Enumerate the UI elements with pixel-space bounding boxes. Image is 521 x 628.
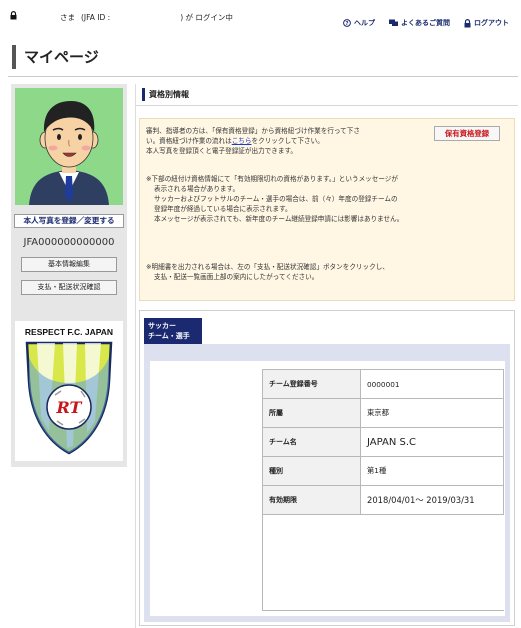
jfa-id: JFA000000000000 [23, 237, 115, 248]
tab-soccer-team-player[interactable]: サッカー チーム・選手 [144, 318, 202, 344]
validity-value: 2018/04/01～ 2019/03/31 [360, 485, 504, 515]
affiliation-value: 東京都 [360, 398, 504, 428]
register-photo-button[interactable]: 本人写真を登録／変更する [14, 214, 124, 228]
tab-content: チーム登録番号 0000001 所屬 東京都 チーム名 JAPAN S.C 種別… [144, 344, 510, 622]
row-label: 所屬 [262, 398, 361, 428]
svg-text:?: ? [345, 21, 348, 27]
qualification-register-button[interactable]: 保有資格登録 [434, 126, 500, 141]
card-border-bottom [262, 610, 504, 611]
team-name-value: JAPAN S.C [360, 427, 504, 457]
team-number-value: 0000001 [360, 369, 504, 399]
tab-label-1: サッカー [148, 322, 176, 330]
category-value: 第1種 [360, 456, 504, 486]
chat-icon [389, 19, 398, 26]
notice-line-8: 本メッセージが表示されても、新年度のチーム継続登録申請には影響はありません。 [154, 215, 404, 223]
page-title: マイページ [12, 45, 99, 69]
help-label: ヘルプ [354, 19, 375, 27]
table-row: 有効期限 2018/04/01～ 2019/03/31 [262, 485, 504, 515]
faq-label: よくあるご質問 [401, 19, 450, 27]
notice-line-2b: をクリックして下さい。 [251, 137, 324, 145]
notice-line-2a: い。資格紐づけ作業の流れは [146, 137, 232, 145]
section-marker [142, 88, 145, 101]
notice-line-1: 審判、指導者の方は、「保有資格登録」から資格紐づけ作業を行って下さ [146, 127, 360, 135]
card-border-left [262, 515, 263, 610]
avatar-illustration [29, 101, 109, 205]
row-label: 有効期限 [262, 485, 361, 515]
flow-link[interactable]: こちら [232, 137, 252, 145]
table-row: 所屬 東京都 [262, 398, 504, 428]
team-info-table: チーム登録番号 0000001 所屬 東京都 チーム名 JAPAN S.C 種別… [262, 369, 504, 515]
notice-line-6: サッカーおよびフットサルのチーム・選手の場合は、前（々）年度の登録チームの [154, 195, 398, 203]
notice-line-5: 表示される場合があります。 [154, 185, 240, 193]
qualification-panel: サッカー チーム・選手 チーム登録番号 0000001 所屬 東京都 チーム名 … [139, 310, 515, 626]
help-icon: ? [343, 19, 351, 27]
notice-line-9: ※明細書を出力される場合は、左の「支払・配送状況確認」ボタンをクリックし、 [146, 263, 389, 271]
header-links: ? ヘルプ よくあるご質問 ログアウト [343, 18, 509, 28]
lock-icon [10, 11, 17, 20]
section-title: 資格別情報 [149, 90, 189, 99]
honorific: さま [60, 13, 75, 22]
row-label: 種別 [262, 456, 361, 486]
emblem-mark: RT [56, 398, 83, 417]
edit-basic-info-button[interactable]: 基本情報編集 [21, 257, 117, 272]
emblem-text: RESPECT F.C. JAPAN [25, 327, 113, 337]
row-label: チーム名 [262, 427, 361, 457]
help-link[interactable]: ? ヘルプ [343, 18, 375, 28]
team-info-card: チーム登録番号 0000001 所屬 東京都 チーム名 JAPAN S.C 種別… [150, 361, 505, 616]
payment-status-button[interactable]: 支払・配送状況確認 [21, 280, 117, 295]
section-header: 資格別情報 [136, 84, 518, 106]
notice-box: 審判、指導者の方は、「保有資格登録」から資格紐づけ作業を行って下さ い。資格紐づ… [139, 118, 515, 301]
logout-label: ログアウト [474, 19, 509, 27]
faq-link[interactable]: よくあるご質問 [389, 18, 450, 28]
table-row: 種別 第1種 [262, 456, 504, 486]
logout-link[interactable]: ログアウト [464, 18, 509, 28]
table-row: チーム登録番号 0000001 [262, 369, 504, 399]
tab-label-2: チーム・選手 [148, 332, 190, 340]
notice-line-3: 本人写真を登録頂くと電子登録証が出力できます。 [146, 147, 297, 155]
top-bar: さま (JFA ID : ) が ログイン中 ? ヘルプ よくあるご質問 ログアウト [0, 0, 521, 34]
table-row: チーム名 JAPAN S.C [262, 427, 504, 457]
notice-line-4: ※下部の紐付け資格情報にて「有効期限切れの資格があります。」というメッセージが [146, 175, 398, 183]
notice-line-2: い。資格紐づけ作業の流れはこちらをクリックして下さい。 [146, 136, 324, 146]
logout-lock-icon [464, 18, 471, 27]
avatar [15, 88, 123, 205]
notice-line-10: 支払・配送一覧画面上部の案内にしたがってください。 [154, 273, 319, 281]
title-divider [8, 76, 518, 77]
main-content: 資格別情報 審判、指導者の方は、「保有資格登録」から資格紐づけ作業を行って下さ … [135, 84, 518, 628]
notice-line-7: 登録年度が経過している場合に表示されます。 [154, 205, 292, 213]
login-suffix: ) が ログイン中 [180, 13, 233, 22]
jfa-id-label: (JFA ID : [81, 13, 111, 22]
row-label: チーム登録番号 [262, 369, 361, 399]
login-status: さま (JFA ID : ) が ログイン中 [60, 12, 233, 23]
profile-sidebar: 本人写真を登録／変更する JFA000000000000 基本情報編集 支払・配… [11, 84, 127, 467]
respect-emblem: RESPECT F.C. JAPAN RT [15, 321, 123, 461]
